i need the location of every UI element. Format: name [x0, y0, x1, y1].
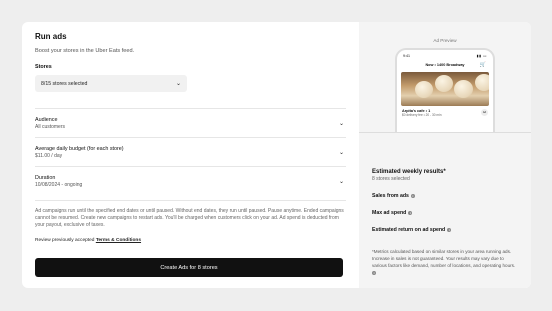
terms-link[interactable]: Terms & Conditions	[96, 238, 141, 243]
metric-sales-label: Sales from ads	[372, 193, 409, 199]
duration-label: Duration	[35, 174, 56, 181]
budget-label: Average daily budget (for each store)	[35, 145, 124, 152]
info-icon[interactable]: i	[410, 194, 415, 198]
estimates-footnote-text: *Metrics calculated based on similar sto…	[372, 249, 516, 268]
audience-label: Audience	[35, 116, 58, 123]
phone-status-bar: 9:41 ▮▮ ▭	[397, 50, 493, 58]
duration-value: 10/08/2024 - ongoing	[35, 181, 83, 188]
info-icon[interactable]: i	[372, 271, 376, 275]
stores-select[interactable]: 8/15 stores selected ⌄	[35, 75, 187, 92]
info-icon[interactable]: i	[447, 228, 452, 232]
terms-review-text: Review previously accepted	[35, 238, 95, 243]
run-ads-card: Run ads Boost your stores in the Uber Ea…	[22, 22, 531, 288]
chevron-down-icon: ⌄	[175, 81, 181, 87]
signal-icon: ▮▮ ▭	[476, 54, 487, 58]
chevron-down-icon: ⌄	[338, 178, 344, 185]
audience-row[interactable]: Audience All customers ⌄	[35, 108, 346, 137]
metric-max-spend: Max ad spend i	[372, 210, 518, 216]
run-ads-form: Run ads Boost your stores in the Uber Ea…	[22, 22, 359, 288]
duration-row[interactable]: Duration 10/08/2024 - ongoing ⌄	[35, 166, 346, 195]
terms-review: Review previously accepted Terms & Condi…	[35, 238, 346, 243]
estimates-title: Estimated weekly results*	[372, 169, 446, 175]
preview-divider	[359, 132, 531, 133]
campaign-note: Ad campaigns run until the specified end…	[35, 200, 346, 229]
metric-sales: Sales from ads i	[372, 193, 518, 199]
phone-time: 9:41	[403, 54, 410, 58]
page-title: Run ads	[35, 32, 67, 41]
store-meta: $0 delivery fee • 20 - 30 min	[402, 113, 442, 117]
ad-badge: Ad	[481, 109, 488, 116]
phone-location: Now • 1400 Broadway 🛒	[397, 62, 493, 68]
page-subtitle: Boost your stores in the Uber Eats feed.	[35, 48, 135, 54]
metric-roas-label: Estimated return on ad spend	[372, 227, 446, 233]
location-label: Now • 1400 Broadway	[425, 63, 465, 67]
preview-panel: Ad Preview 9:41 ▮▮ ▭ Now • 1400 Broadway…	[359, 22, 531, 288]
stores-label: Stores	[35, 64, 52, 70]
estimates-subtitle: 8 stores selected	[372, 176, 410, 182]
phone-mockup: 9:41 ▮▮ ▭ Now • 1400 Broadway 🛒 Arpita's…	[395, 48, 495, 132]
chevron-down-icon: ⌄	[338, 149, 344, 156]
cart-icon: 🛒	[479, 62, 486, 68]
chevron-down-icon: ⌄	[338, 120, 344, 127]
store-info: Arpita's cafe • 1 $0 delivery fee • 20 -…	[397, 106, 493, 117]
estimates-footnote: *Metrics calculated based on similar sto…	[372, 248, 518, 276]
ad-preview-heading: Ad Preview	[433, 38, 457, 43]
audience-value: All customers	[35, 123, 66, 130]
info-icon[interactable]: i	[408, 211, 413, 215]
food-image	[401, 72, 489, 106]
budget-row[interactable]: Average daily budget (for each store) $1…	[35, 137, 346, 166]
create-ads-button[interactable]: Create Ads for 8 stores	[35, 258, 343, 277]
metric-roas: Estimated return on ad spend i	[372, 227, 518, 233]
budget-value: $11.00 / day	[35, 152, 63, 159]
metric-max-spend-label: Max ad spend	[372, 210, 407, 216]
stores-select-value: 8/15 stores selected	[41, 80, 88, 87]
